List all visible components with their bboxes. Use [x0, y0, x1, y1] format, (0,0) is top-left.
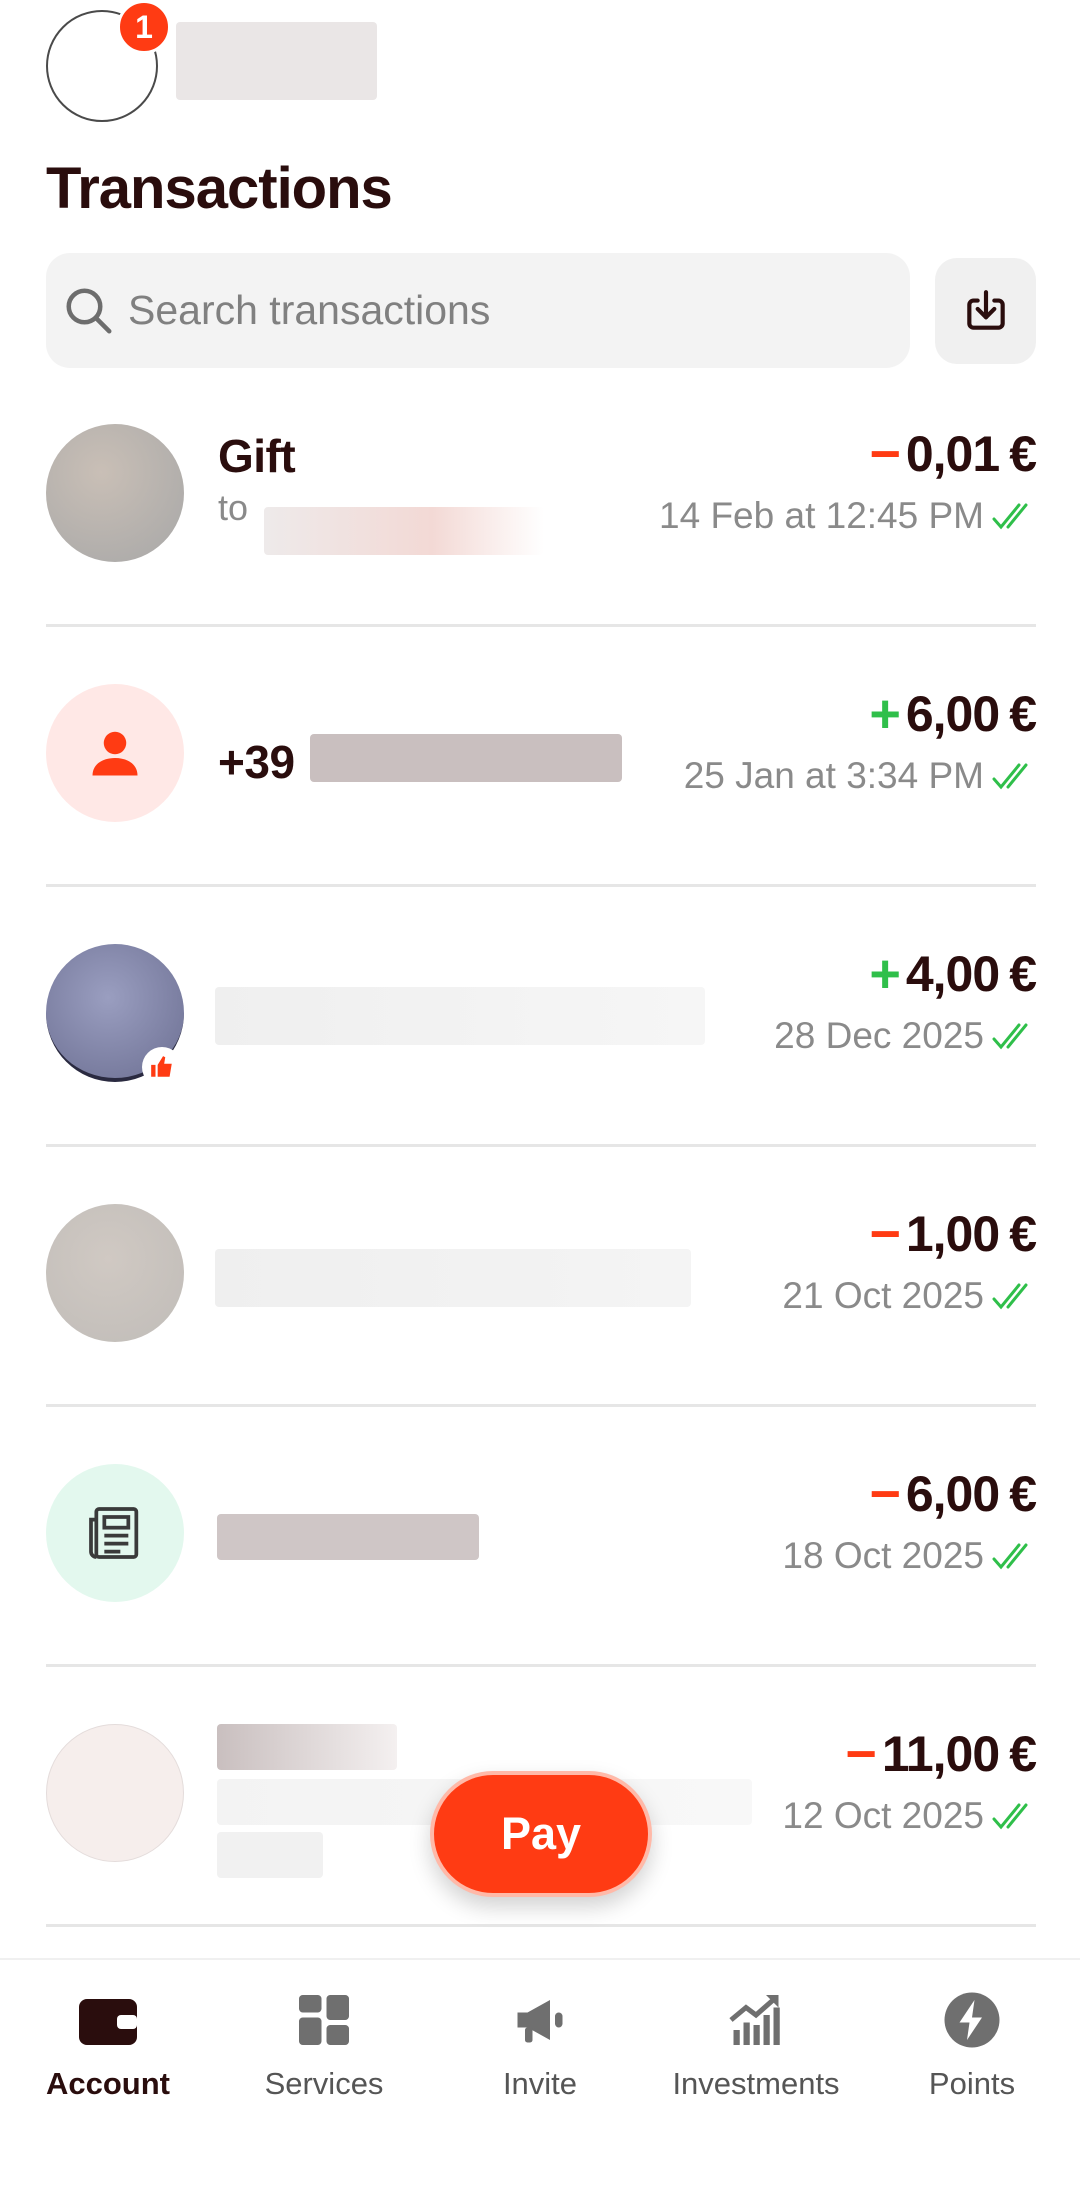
amount-sign: +: [869, 684, 901, 744]
thumbs-up-icon: [151, 1056, 172, 1077]
tab-invite[interactable]: Invite: [432, 1980, 648, 2102]
transaction-title: Gift: [218, 430, 296, 482]
redacted-title: [217, 1724, 397, 1770]
transaction-date: 12 Oct 2025: [782, 1795, 1036, 1837]
redacted-title: [217, 1514, 479, 1560]
tab-investments[interactable]: Investments: [648, 1980, 864, 2102]
transaction-amount: −6,00 €: [869, 1464, 1037, 1524]
page-title: Transactions: [46, 156, 393, 221]
double-check-icon: [992, 1283, 1028, 1310]
transaction-date: 14 Feb at 12:45 PM: [659, 495, 1036, 537]
tab-account[interactable]: Account: [0, 1980, 216, 2102]
person-icon: [92, 731, 138, 776]
amount-sign: −: [869, 424, 901, 484]
amount-sign: +: [869, 944, 901, 1004]
tab-services[interactable]: Services: [216, 1980, 432, 2102]
redacted-title: [215, 987, 705, 1045]
search-icon: [66, 288, 112, 333]
redacted-description: [217, 1832, 323, 1878]
transaction-amount: +4,00 €: [869, 944, 1037, 1004]
tab-label: Points: [928, 2066, 1016, 2101]
tab-label: Services: [264, 2066, 384, 2101]
tab-label: Account: [46, 2066, 170, 2101]
transaction-title: +39: [218, 736, 295, 788]
redacted-title: [215, 1249, 691, 1307]
bottom-tab-bar: Account Services Invite Investments Poin…: [0, 1958, 1080, 2196]
transaction-amount: −1,00 €: [869, 1204, 1037, 1264]
search-bar[interactable]: [46, 253, 910, 368]
transaction-amount: −0,01 €: [869, 424, 1037, 484]
export-button[interactable]: [935, 258, 1036, 364]
reaction-badge: [142, 1047, 182, 1087]
pay-button[interactable]: Pay: [430, 1771, 652, 1897]
amount-sign: −: [845, 1724, 877, 1784]
transaction-subtitle: to: [218, 487, 249, 528]
transaction-row[interactable]: −1,00 € 21 Oct 2025: [0, 1147, 1080, 1407]
redacted-username: [176, 22, 377, 100]
transaction-date: 25 Jan at 3:34 PM: [684, 755, 1036, 797]
megaphone-icon: [517, 2000, 563, 2043]
redacted-phone-number: [310, 734, 622, 782]
download-icon: [966, 290, 1005, 330]
transaction-row[interactable]: −6,00 € 18 Oct 2025: [0, 1407, 1080, 1667]
growth-chart-icon: [729, 1995, 780, 2045]
newspaper-icon: [89, 1507, 139, 1559]
amount-sign: −: [869, 1204, 901, 1264]
lightning-icon: [944, 1992, 1000, 2048]
double-check-icon: [992, 763, 1028, 790]
double-check-icon: [992, 503, 1028, 530]
tab-label: Invite: [502, 2066, 578, 2101]
contact-avatar: [46, 1724, 184, 1862]
transaction-date: 28 Dec 2025: [774, 1015, 1036, 1057]
contact-avatar: [46, 1464, 184, 1602]
double-check-icon: [992, 1543, 1028, 1570]
amount-sign: −: [869, 1464, 901, 1524]
row-divider: [46, 1924, 1036, 1927]
transaction-amount: +6,00 €: [869, 684, 1037, 744]
grid-icon: [299, 1995, 349, 2045]
transaction-row[interactable]: +39 +6,00 € 25 Jan at 3:34 PM: [0, 627, 1080, 887]
search-input[interactable]: [126, 286, 890, 335]
contact-avatar: [46, 1204, 184, 1342]
transaction-row[interactable]: +4,00 € 28 Dec 2025: [0, 887, 1080, 1147]
transaction-amount: −11,00 €: [845, 1724, 1037, 1784]
transaction-row[interactable]: Gift to −0,01 € 14 Feb at 12:45 PM: [0, 367, 1080, 627]
transaction-date: 18 Oct 2025: [782, 1535, 1036, 1577]
tab-points[interactable]: Points: [864, 1980, 1080, 2102]
tab-label: Investments: [672, 2066, 840, 2101]
transaction-date: 21 Oct 2025: [782, 1275, 1036, 1317]
double-check-icon: [992, 1803, 1028, 1830]
wallet-icon: [79, 1999, 137, 2045]
contact-avatar: [46, 684, 184, 822]
notification-badge: 1: [117, 0, 171, 54]
contact-avatar: [46, 424, 184, 562]
redacted-recipient: [264, 507, 544, 555]
double-check-icon: [992, 1023, 1028, 1050]
